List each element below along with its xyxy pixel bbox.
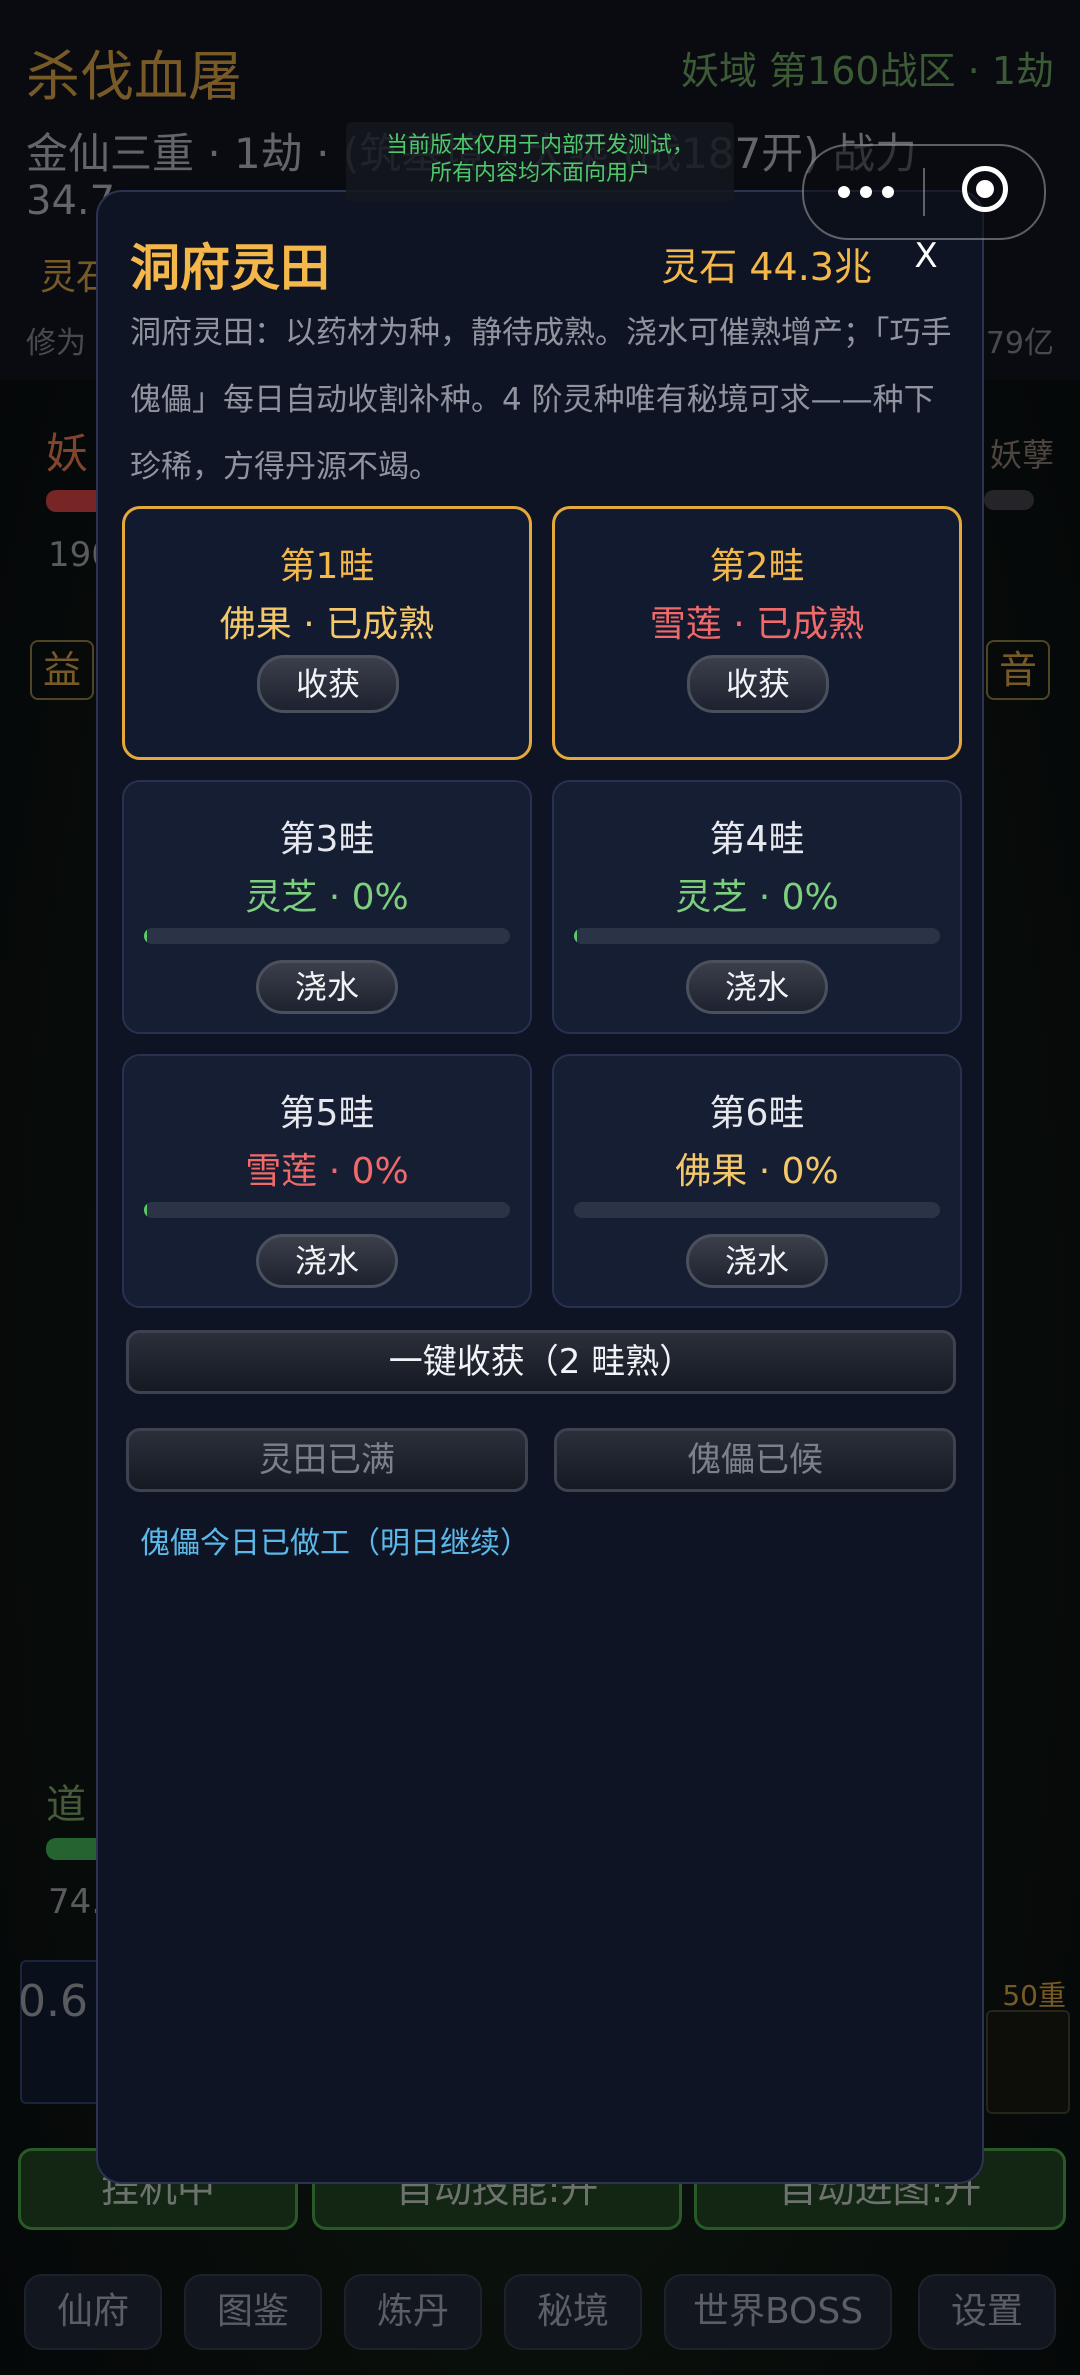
field-plot-1: 第1畦 佛果 · 已成熟 收获	[122, 506, 532, 760]
plot-status: 佛果 · 已成熟	[219, 604, 435, 645]
miniprogram-capsule	[802, 144, 1046, 240]
growth-progress-bar	[574, 1202, 940, 1218]
plot-status: 灵芝 · 0%	[675, 877, 839, 918]
lingshi-balance: 灵石 44.3兆	[661, 245, 872, 289]
field-full-button[interactable]: 灵田已满	[126, 1428, 528, 1492]
plot-status: 佛果 · 0%	[675, 1151, 839, 1192]
plot-name: 第6畦	[709, 1093, 805, 1134]
plot-name: 第3畦	[279, 819, 375, 860]
water-button[interactable]: 浇水	[686, 960, 828, 1014]
modal-title: 洞府灵田	[130, 239, 330, 297]
field-plot-6: 第6畦 佛果 · 0% 浇水	[552, 1054, 962, 1308]
plot-status: 灵芝 · 0%	[245, 877, 409, 918]
plot-name: 第5畦	[279, 1093, 375, 1134]
close-miniprogram-icon[interactable]	[962, 166, 1008, 212]
water-button[interactable]: 浇水	[686, 1234, 828, 1288]
puppet-ready-button[interactable]: 傀儡已候	[554, 1428, 956, 1492]
harvest-button[interactable]: 收获	[257, 655, 399, 713]
modal-description: 洞府灵田：以药材为种，静待成熟。浇水可催熟增产；「巧手傀儡」每日自动收割补种。4…	[130, 315, 952, 485]
plot-name: 第2畦	[709, 546, 805, 587]
growth-progress-bar	[144, 928, 510, 944]
spirit-field-modal: 洞府灵田 灵石 44.3兆 X 洞府灵田：以药材为种，静待成熟。浇水可催熟增产；…	[96, 190, 984, 2184]
field-plot-4: 第4畦 灵芝 · 0% 浇水	[552, 780, 962, 1034]
dev-notice-line2: 所有内容均不面向用户	[429, 161, 650, 186]
capsule-divider	[923, 168, 925, 216]
growth-progress-bar	[574, 928, 940, 944]
field-plot-5: 第5畦 雪莲 · 0% 浇水	[122, 1054, 532, 1308]
plot-status: 雪莲 · 0%	[245, 1151, 409, 1192]
water-button[interactable]: 浇水	[256, 1234, 398, 1288]
plot-name: 第4畦	[709, 819, 805, 860]
water-button[interactable]: 浇水	[256, 960, 398, 1014]
plot-name: 第1畦	[279, 546, 375, 587]
puppet-status-note: 傀儡今日已做工（明日继续）	[140, 1526, 530, 1561]
more-icon[interactable]	[838, 176, 894, 206]
harvest-button[interactable]: 收获	[687, 655, 829, 713]
dev-notice-line1: 当前版本仅用于内部开发测试，	[385, 133, 694, 158]
field-plot-2: 第2畦 雪莲 · 已成熟 收获	[552, 506, 962, 760]
growth-progress-bar	[144, 1202, 510, 1218]
dev-notice: 当前版本仅用于内部开发测试， 所有内容均不面向用户	[346, 122, 734, 202]
field-plot-3: 第3畦 灵芝 · 0% 浇水	[122, 780, 532, 1034]
harvest-all-button[interactable]: 一键收获（2 畦熟）	[126, 1330, 956, 1394]
plot-status: 雪莲 · 已成熟	[649, 604, 865, 645]
